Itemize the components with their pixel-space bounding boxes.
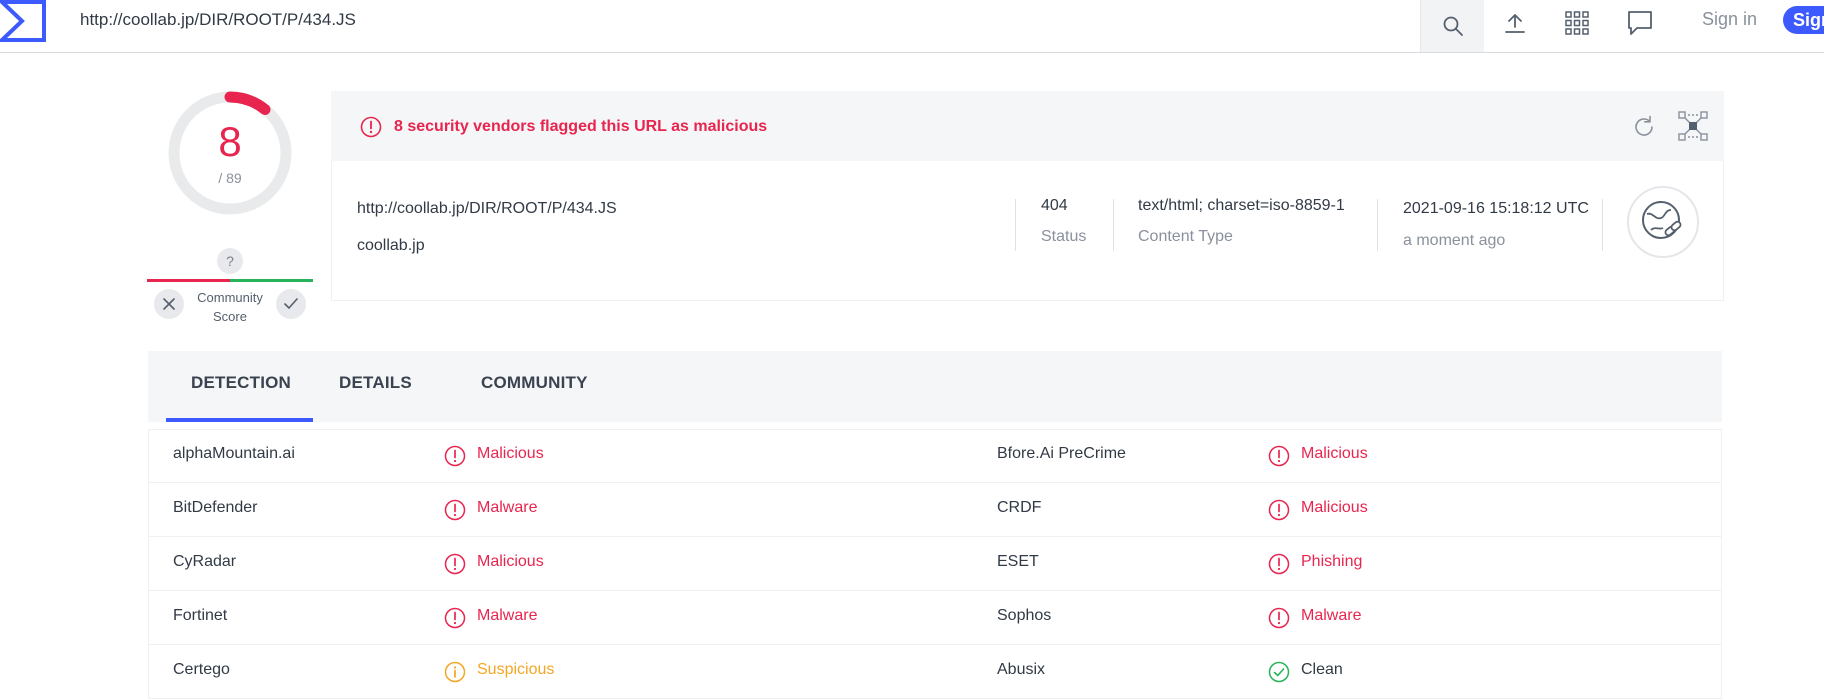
vendor-name: Bfore.Ai PreCrime — [997, 445, 1126, 462]
analysis-date-relative: a moment ago — [1403, 232, 1506, 249]
vendor-name: CyRadar — [173, 553, 237, 570]
verdict-label: Malware — [477, 499, 538, 516]
community-score-bar-negative — [147, 279, 230, 282]
globe-link-icon — [1642, 201, 1682, 239]
table-row — [148, 645, 1722, 699]
http-status-value: 404 — [1041, 197, 1068, 214]
alert-icon — [1268, 499, 1290, 521]
url-info-card — [331, 161, 1724, 301]
divider — [1602, 199, 1603, 251]
alert-icon — [360, 116, 382, 138]
alert-icon — [444, 445, 466, 467]
upload-button[interactable] — [1500, 8, 1530, 38]
active-tab-indicator — [166, 418, 313, 422]
vendor-name: Abusix — [997, 661, 1046, 678]
verdict-label: Clean — [1301, 661, 1343, 678]
alert-icon — [444, 553, 466, 575]
detection-alert-text: 8 security vendors flagged this URL as m… — [394, 118, 768, 135]
alert-icon — [1268, 445, 1290, 467]
verdict-label: Malicious — [477, 445, 544, 462]
reanalyze-button[interactable] — [1630, 113, 1658, 141]
graph-view-button[interactable] — [1678, 111, 1708, 141]
table-row — [148, 429, 1722, 483]
divider — [1377, 199, 1378, 251]
tab-detection[interactable]: DETECTION — [191, 373, 291, 393]
search-icon — [1443, 16, 1463, 36]
vendor-name: alphaMountain.ai — [173, 445, 295, 462]
table-row — [148, 483, 1722, 537]
top-bar: http://coollab.jp/DIR/ROOT/P/434.JS Sign… — [0, 0, 1824, 53]
verdict-label: Malware — [1301, 607, 1362, 624]
info-circle-icon — [444, 661, 466, 683]
alert-icon — [444, 499, 466, 521]
community-score-value: ? — [217, 248, 243, 274]
search-query-text[interactable]: http://coollab.jp/DIR/ROOT/P/434.JS — [80, 10, 356, 30]
community-chat-button[interactable] — [1625, 8, 1655, 38]
virustotal-logo[interactable] — [0, 0, 46, 42]
detection-score-gauge: 8 / 89 — [167, 90, 293, 216]
tab-details[interactable]: DETAILS — [339, 373, 412, 393]
verdict-label: Malicious — [477, 553, 544, 570]
alert-icon — [1268, 607, 1290, 629]
content-type-value: text/html; charset=iso-8859-1 — [1138, 197, 1345, 214]
analyzed-domain[interactable]: coollab.jp — [357, 237, 425, 255]
verdict-label: Phishing — [1301, 553, 1363, 570]
vendor-name: BitDefender — [173, 499, 258, 516]
sign-in-link[interactable]: Sign in — [1702, 9, 1757, 30]
url-favicon — [1627, 186, 1699, 258]
analysis-date-value: 2021-09-16 15:18:12 UTC — [1403, 200, 1589, 217]
check-circle-icon — [1268, 661, 1290, 683]
http-status-label: Status — [1041, 228, 1087, 245]
apps-grid-icon — [1565, 11, 1589, 35]
vendor-name: Sophos — [997, 607, 1052, 624]
divider — [1015, 199, 1016, 251]
tab-community[interactable]: COMMUNITY — [481, 373, 588, 393]
verdict-label: Malicious — [1301, 445, 1368, 462]
detection-count: 8 — [218, 118, 242, 165]
close-icon — [163, 298, 175, 310]
vendor-name: CRDF — [997, 499, 1042, 516]
search-button[interactable] — [1420, 0, 1484, 52]
community-score-label: Community Score — [197, 290, 263, 324]
analyzed-url[interactable]: http://coollab.jp/DIR/ROOT/P/434.JS — [357, 200, 617, 218]
apps-menu-button[interactable] — [1562, 8, 1592, 38]
engine-total: / 89 — [218, 170, 242, 186]
alert-icon — [444, 607, 466, 629]
community-score-bar-positive — [230, 279, 313, 282]
table-row — [148, 591, 1722, 645]
graph-icon — [1678, 111, 1708, 141]
vote-harmless-button[interactable] — [276, 289, 306, 319]
divider — [1113, 199, 1114, 251]
content-type-label: Content Type — [1138, 228, 1233, 245]
refresh-icon — [1635, 115, 1653, 136]
vendor-name: Fortinet — [173, 607, 228, 624]
upload-icon — [1505, 14, 1525, 33]
vendor-name: ESET — [997, 553, 1039, 570]
vendor-name: Certego — [173, 661, 230, 678]
verdict-label: Malicious — [1301, 499, 1368, 516]
table-row — [148, 537, 1722, 591]
chat-icon — [1628, 11, 1652, 35]
verdict-label: Malware — [477, 607, 538, 624]
check-icon — [284, 298, 298, 309]
sign-up-button[interactable]: Sign — [1783, 6, 1824, 34]
verdict-label: Suspicious — [477, 661, 555, 678]
alert-icon — [1268, 553, 1290, 575]
score-arc — [224, 91, 271, 115]
vote-harmful-button[interactable] — [154, 289, 184, 319]
